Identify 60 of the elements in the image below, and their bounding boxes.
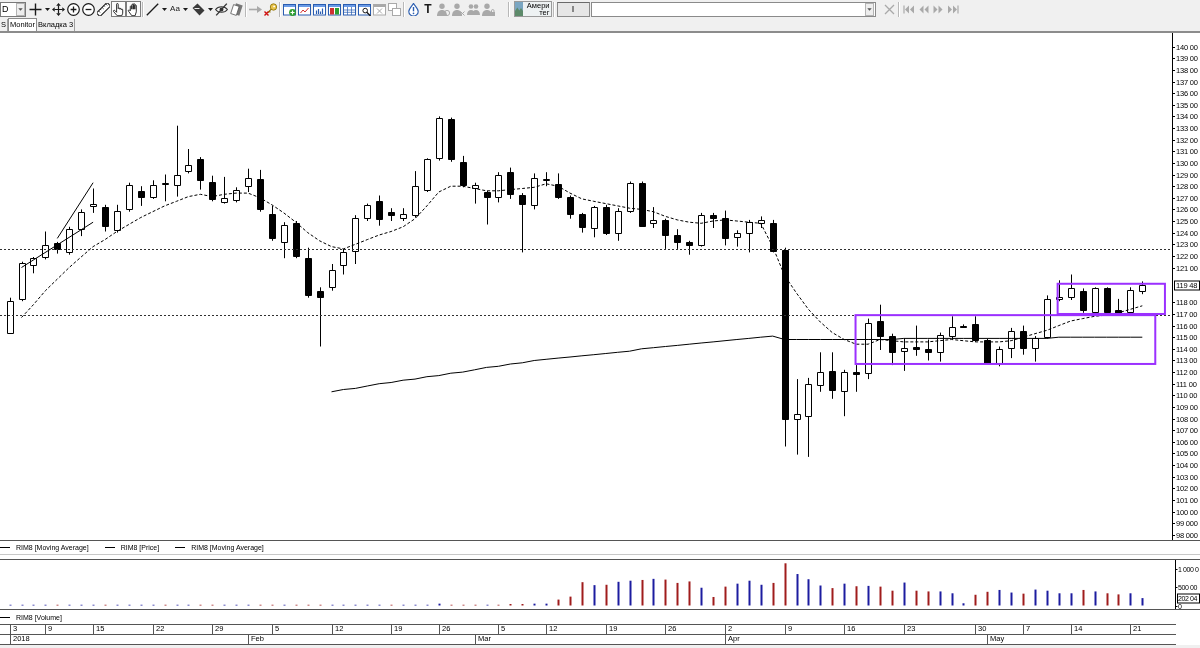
toolbar-button[interactable] [281, 1, 297, 17]
toolbar-button[interactable] [405, 1, 421, 17]
toolbar-button[interactable] [50, 1, 66, 17]
interval-dropdown[interactable]: D [0, 1, 26, 17]
toolbar-button[interactable] [95, 1, 111, 17]
toolbar-button[interactable] [341, 1, 357, 17]
ruler-icon [96, 2, 110, 16]
layers-icon [229, 2, 243, 16]
toolbar-button[interactable] [144, 1, 168, 17]
window-search-icon [357, 2, 371, 16]
pointing-hand-icon [111, 2, 125, 16]
eye-off-icon [214, 2, 228, 16]
close-icon [883, 3, 895, 15]
legend-line-icon [175, 547, 186, 548]
legend-line-icon [0, 547, 10, 548]
window-close-icon [372, 2, 386, 16]
toolbar-button[interactable] [213, 1, 229, 17]
toolbar-button[interactable] [190, 1, 214, 17]
rewind-icon [917, 3, 929, 15]
grab-hand-icon [126, 2, 140, 16]
caret-icon [44, 7, 50, 11]
toolbar-button[interactable] [80, 1, 96, 17]
skip-back-icon [902, 3, 914, 15]
bar-chart-window-icon [312, 2, 326, 16]
move-icon [51, 2, 65, 16]
landscape-icon [514, 2, 523, 16]
combo-box[interactable] [590, 1, 876, 17]
toolbar-button[interactable] [326, 1, 342, 17]
toolbar-button[interactable] [65, 1, 81, 17]
windows-icon [387, 2, 401, 16]
line-chart-window-icon [297, 2, 311, 16]
crosshair-icon [28, 2, 42, 16]
toolbar-button[interactable] [27, 1, 51, 17]
skip-forward-icon [947, 3, 959, 15]
zoom-out-icon [81, 2, 95, 16]
toolbar-button[interactable] [296, 1, 312, 17]
user-lock-icon [481, 2, 495, 16]
toolbar-button[interactable]: Aa [167, 1, 191, 17]
window-add-icon [282, 2, 296, 16]
alert-icon [406, 2, 420, 16]
table-window-icon [342, 2, 356, 16]
user-icon [436, 2, 450, 16]
toolbar-button[interactable] [356, 1, 372, 17]
user-remove-icon [451, 2, 465, 16]
fast-forward-icon [932, 3, 944, 15]
paint-icon [191, 2, 205, 16]
caret-icon [182, 7, 188, 11]
color-bars-window-icon [327, 2, 341, 16]
key-remove-icon [263, 2, 277, 16]
caret-icon [207, 7, 213, 11]
legend-line-icon [104, 547, 115, 548]
caret-icon [161, 7, 167, 11]
text-field[interactable]: I [556, 1, 590, 17]
users-icon [466, 2, 480, 16]
toolbar-button[interactable]: T [420, 1, 436, 17]
zoom-in-icon [66, 2, 80, 16]
toolbar-button[interactable] [110, 1, 126, 17]
line-tool-icon [145, 2, 159, 16]
toolbar-button[interactable] [311, 1, 327, 17]
legend-line-icon [0, 616, 10, 618]
